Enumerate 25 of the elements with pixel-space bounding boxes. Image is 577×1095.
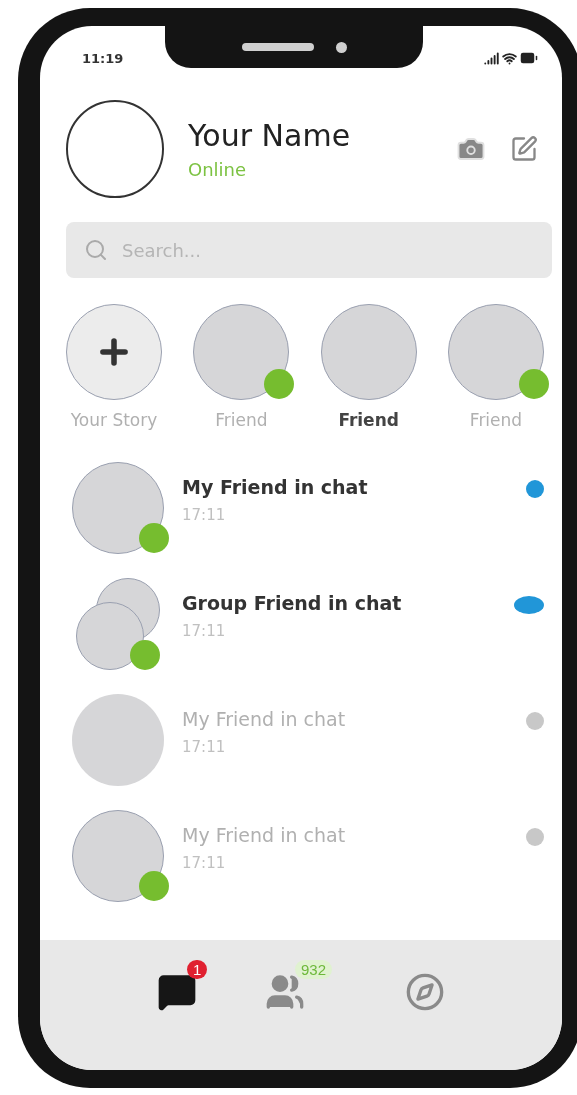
people-tab[interactable]: 932	[265, 960, 349, 1012]
signal-icon	[484, 50, 499, 66]
story-label[interactable]: Friend	[338, 410, 399, 430]
camera-lens	[335, 41, 347, 53]
online-status: Online	[188, 159, 248, 180]
chat-time: 17:11	[182, 854, 227, 872]
chat-time: 17:11	[182, 506, 227, 524]
profile-name: Your Name	[188, 118, 352, 153]
compose-button[interactable]	[510, 135, 538, 163]
chat-name[interactable]: My Friend in chat	[182, 708, 508, 730]
story-label[interactable]: Friend	[469, 410, 523, 430]
compass-icon	[405, 972, 445, 1012]
chat-name[interactable]: My Friend in chat	[182, 824, 508, 846]
status-time: 11:19	[82, 50, 124, 66]
chats-tab[interactable]: 1	[157, 960, 209, 1012]
count-badge: 1	[187, 960, 208, 979]
wifi-icon	[502, 50, 517, 66]
chat-name[interactable]: Group Friend in chat	[182, 592, 496, 614]
search-icon	[84, 238, 108, 262]
chat-time: 17:11	[182, 622, 227, 640]
story-label[interactable]: Your Story	[70, 410, 158, 430]
story-label[interactable]: Friend	[215, 410, 268, 430]
chat-time: 17:11	[182, 738, 227, 756]
count-badge: 932	[295, 960, 333, 979]
chat-name[interactable]: My Friend in chat	[182, 476, 508, 498]
